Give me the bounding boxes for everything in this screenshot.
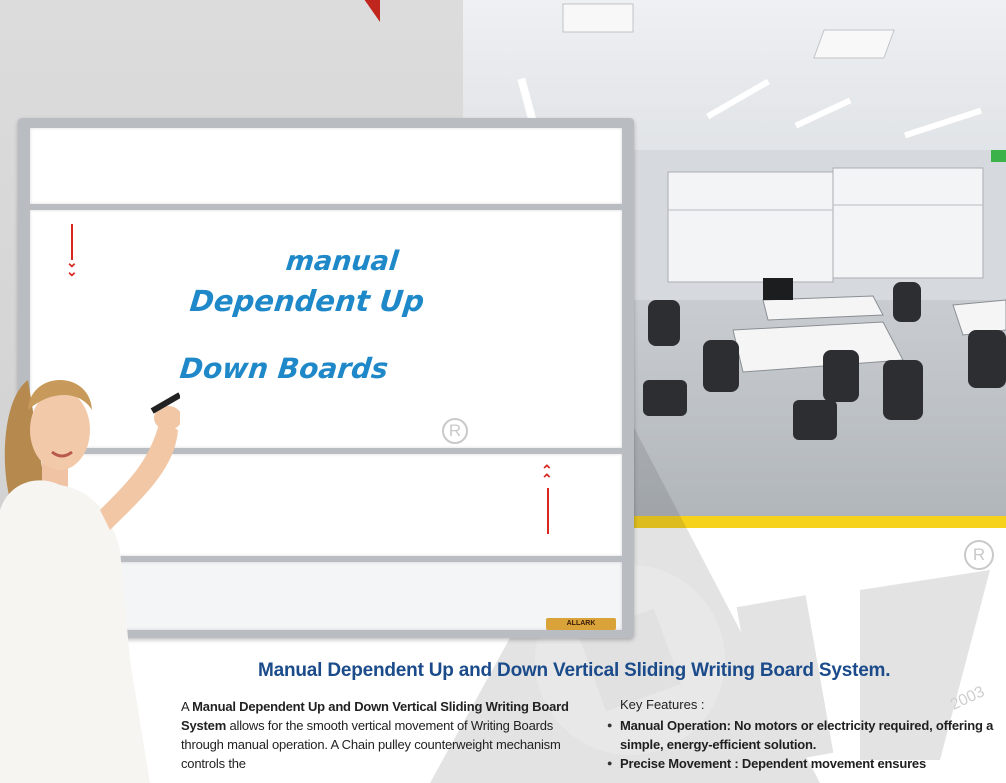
feature-item-manual-operation: Manual Operation: No motors or electrici… xyxy=(604,716,1006,754)
handwriting-line-3: Down Boards xyxy=(178,352,390,385)
registered-mark-large: R xyxy=(964,540,994,570)
description-intro: A xyxy=(181,699,193,714)
up-arrow-shaft xyxy=(547,488,549,534)
registered-mark: R xyxy=(442,418,468,444)
key-features-list: Manual Operation: No motors or electrici… xyxy=(604,716,1006,773)
key-features-title: Key Features : xyxy=(620,697,705,712)
board-panel-top xyxy=(30,128,622,204)
page-headline: Manual Dependent Up and Down Vertical Sl… xyxy=(258,660,891,681)
handwriting-line-1: manual xyxy=(284,246,400,277)
handwriting-line-2: Dependent Up xyxy=(188,284,426,318)
up-arrow-icon: ⌃ ⌃ xyxy=(541,462,553,487)
down-arrow-icon: ⌄ ⌄ xyxy=(66,254,78,279)
feature-item-precise-movement: Precise Movement : Dependent movement en… xyxy=(604,754,1006,773)
description-body: allows for the smooth vertical movement … xyxy=(181,718,561,771)
product-description: A Manual Dependent Up and Down Vertical … xyxy=(181,697,587,773)
woman-presenter-image xyxy=(0,380,180,783)
brand-plate: ALLARK xyxy=(546,618,616,630)
